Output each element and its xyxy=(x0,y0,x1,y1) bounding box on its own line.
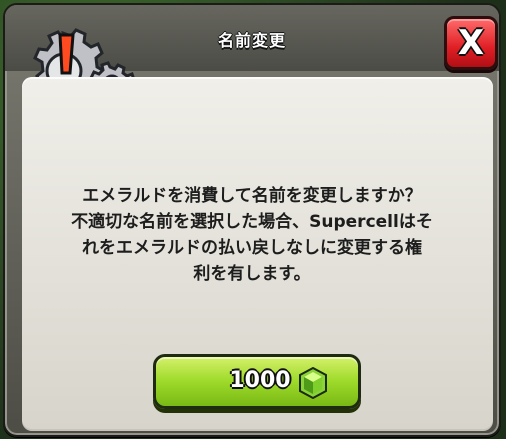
close-button[interactable]: X xyxy=(444,16,498,70)
confirmation-message: エメラルドを消費して名前を変更しますか？ 不適切な名前を選択した場合、Super… xyxy=(71,186,433,284)
game-background: 名前変更 X エメラルドを消費して名前を変更しますか？ 不適切な名前を選択した場 xyxy=(0,0,506,439)
rename-dialog: 名前変更 X エメラルドを消費して名前を変更しますか？ 不適切な名前を選択した場 xyxy=(3,3,501,437)
close-icon: X xyxy=(457,23,485,63)
confirm-rename-button[interactable]: 1000 xyxy=(153,354,361,409)
price-label: 1000 xyxy=(229,368,291,393)
gem-icon xyxy=(299,366,327,400)
